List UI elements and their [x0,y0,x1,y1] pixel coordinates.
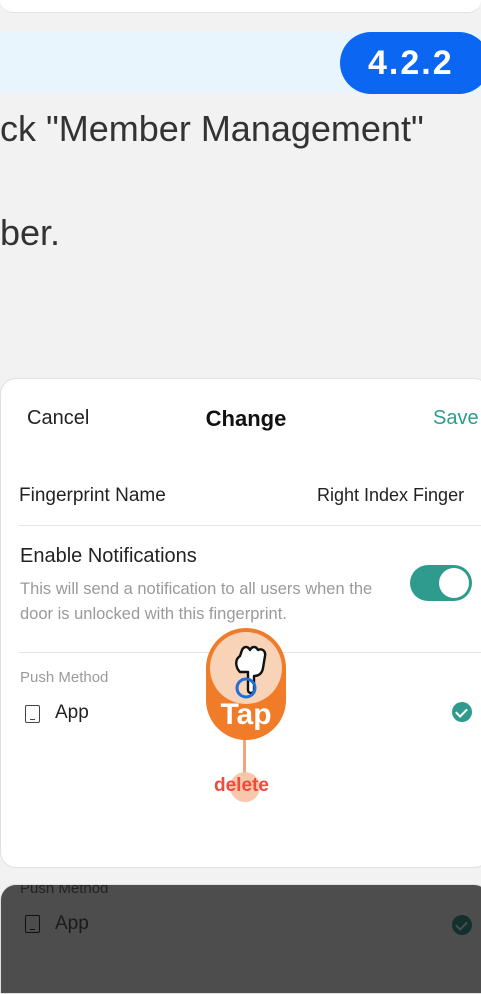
tap-indicator-circle [210,632,282,704]
tap-point-icon [235,677,257,699]
background-sheet: Push Method App [0,884,481,994]
push-option-app[interactable]: App [55,702,89,724]
instruction-line-1: ck "Member Management" [0,108,424,149]
toggle-knob [439,568,469,598]
tap-label: Tap [220,698,272,731]
push-option-app: App [55,913,89,934]
instruction-line-2: ber. [0,212,61,253]
sheet-title: Change [205,406,287,431]
check-circle-icon[interactable] [452,702,472,722]
fingerprint-name-label: Fingerprint Name [19,485,166,506]
push-method-label: Push Method [20,884,109,897]
notifications-toggle[interactable] [410,565,472,601]
notifications-description: This will send a notification to all use… [20,580,373,623]
check-circle-icon [452,915,472,935]
delete-button[interactable]: delete [214,775,269,797]
tap-connector [243,740,246,776]
fingerprint-name-field[interactable]: Right Index Finger [317,485,464,506]
phone-icon [25,705,40,723]
divider [19,525,481,526]
step-badge: 4.2.2 [340,32,481,94]
top-card [0,0,481,13]
notifications-label: Enable Notifications [20,545,197,567]
phone-icon [25,915,40,933]
save-button[interactable]: Save [433,407,479,430]
push-method-label: Push Method [20,669,109,686]
tap-indicator: Tap [206,628,286,740]
